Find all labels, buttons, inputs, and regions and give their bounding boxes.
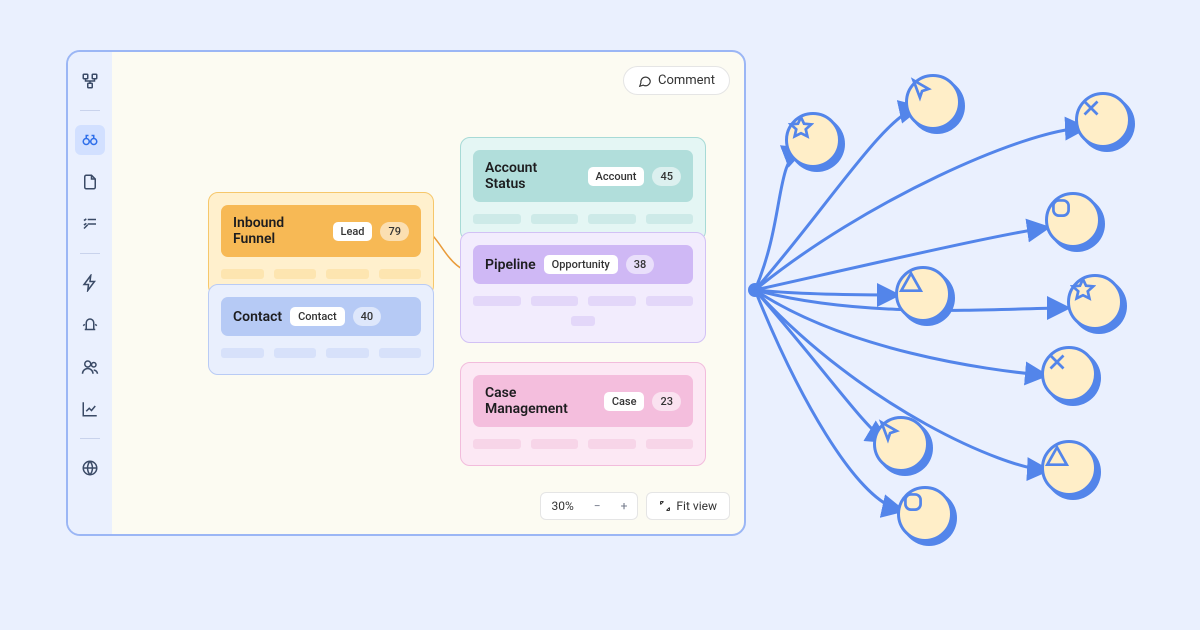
triangle-icon (1044, 443, 1070, 469)
app-frame: Comment Inbound Funnel Lead 79 Contact (66, 50, 746, 536)
card-badge: Lead (333, 222, 373, 241)
burst-diagram (745, 70, 1185, 560)
bubble-cursor (873, 416, 929, 472)
zoom-in-button[interactable]: + (611, 493, 638, 519)
fit-view-button[interactable]: Fit view (646, 492, 730, 520)
bubble-triangle (895, 266, 951, 322)
bolt-icon (81, 274, 99, 292)
bubble-x (1041, 346, 1097, 402)
card-badge: Contact (290, 307, 345, 326)
card-title: Inbound Funnel (233, 215, 325, 247)
bubble-square (1045, 192, 1101, 248)
bubble-star (785, 112, 841, 168)
zoom-level: 30% (541, 493, 583, 519)
comment-button[interactable]: Comment (623, 66, 730, 95)
sidebar-item-users[interactable] (75, 352, 105, 382)
card-count: 79 (380, 222, 409, 241)
sidebar-item-globe[interactable] (75, 453, 105, 483)
bubble-x (1075, 92, 1131, 148)
card-badge: Opportunity (544, 255, 618, 274)
card-title: Contact (233, 309, 282, 325)
card-count: 40 (353, 307, 382, 326)
bubble-cursor (905, 74, 961, 130)
sidebar-item-hierarchy[interactable] (75, 66, 105, 96)
card-count: 23 (652, 392, 681, 411)
binoculars-icon (81, 131, 99, 149)
bubble-star (1067, 274, 1123, 330)
comment-label: Comment (658, 73, 715, 88)
card-title: Account Status (485, 160, 580, 192)
card-pipeline[interactable]: Pipeline Opportunity 38 (460, 232, 706, 343)
cursor-icon (908, 77, 934, 103)
canvas[interactable]: Comment Inbound Funnel Lead 79 Contact (112, 52, 744, 534)
card-inbound-funnel[interactable]: Inbound Funnel Lead 79 (208, 192, 434, 296)
sidebar-separator (80, 253, 100, 254)
sidebar-item-alert[interactable] (75, 310, 105, 340)
bubble-triangle (1041, 440, 1097, 496)
zoom-group: 30% − + (540, 492, 638, 520)
card-count: 45 (652, 167, 681, 186)
x-icon (1044, 349, 1070, 375)
zoom-out-button[interactable]: − (584, 493, 611, 519)
card-badge: Account (588, 167, 645, 186)
sidebar-item-bolt[interactable] (75, 268, 105, 298)
bubble-square (897, 486, 953, 542)
card-contact[interactable]: Contact Contact 40 (208, 284, 434, 375)
card-title: Pipeline (485, 257, 536, 273)
sidebar (68, 52, 112, 534)
document-icon (81, 173, 99, 191)
users-icon (81, 358, 99, 376)
chart-icon (81, 400, 99, 418)
fit-view-label: Fit view (676, 499, 717, 513)
triangle-icon (898, 269, 924, 295)
star-icon (1070, 277, 1096, 303)
square-icon (900, 489, 926, 515)
cursor-icon (876, 419, 902, 445)
sidebar-separator (80, 110, 100, 111)
card-count: 38 (626, 255, 655, 274)
globe-icon (81, 459, 99, 477)
card-title: Case Management (485, 385, 596, 417)
hierarchy-icon (81, 72, 99, 90)
checklist-icon (81, 215, 99, 233)
star-icon (788, 115, 814, 141)
sidebar-item-chart[interactable] (75, 394, 105, 424)
x-icon (1078, 95, 1104, 121)
zoom-bar: 30% − + Fit view (540, 492, 730, 520)
square-icon (1048, 195, 1074, 221)
sidebar-item-document[interactable] (75, 167, 105, 197)
comment-icon (638, 74, 652, 88)
card-case-management[interactable]: Case Management Case 23 (460, 362, 706, 466)
sidebar-item-binoculars[interactable] (75, 125, 105, 155)
sidebar-item-checklist[interactable] (75, 209, 105, 239)
card-badge: Case (604, 392, 645, 411)
alert-icon (81, 316, 99, 334)
sidebar-separator (80, 438, 100, 439)
card-account-status[interactable]: Account Status Account 45 (460, 137, 706, 241)
fit-view-icon (659, 500, 671, 512)
